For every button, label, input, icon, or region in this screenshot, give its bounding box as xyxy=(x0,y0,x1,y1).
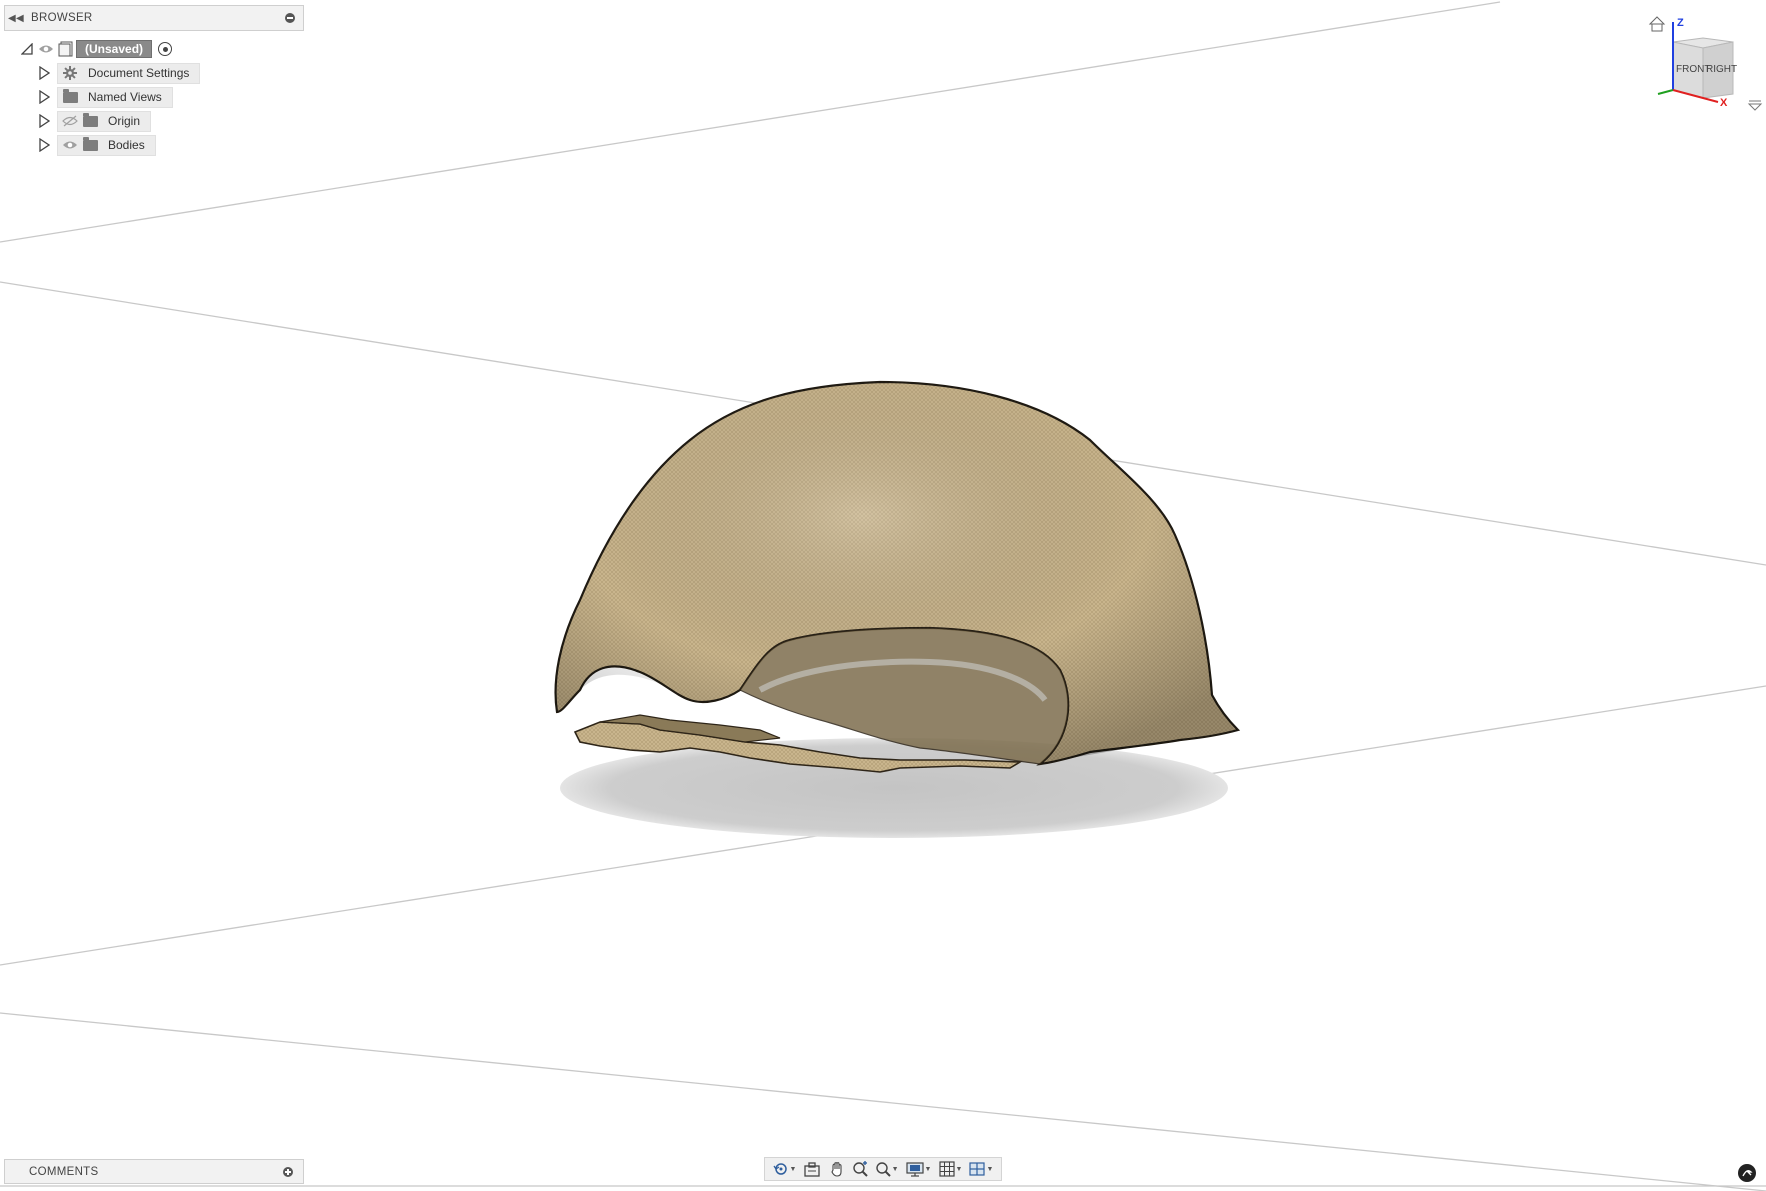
document-icon xyxy=(58,41,74,57)
tree-item-label: Bodies xyxy=(108,138,145,152)
folder-icon xyxy=(62,88,78,104)
tree-item-origin[interactable]: Origin xyxy=(4,109,304,133)
collapse-triangle-icon[interactable] xyxy=(20,42,34,56)
activate-target-icon[interactable] xyxy=(158,42,173,56)
y-axis xyxy=(1657,89,1674,95)
comments-panel[interactable]: COMMENTS xyxy=(4,1159,304,1184)
model-shadow xyxy=(560,738,1228,838)
tree-item-named-views[interactable]: Named Views xyxy=(4,85,304,109)
tree-item-body: Named Views xyxy=(57,86,173,108)
canvas xyxy=(0,1,1766,1191)
tree-root-row[interactable]: (Unsaved) xyxy=(4,37,304,61)
browser-header: ◀◀ BROWSER xyxy=(4,5,304,31)
tree-item-body: Origin xyxy=(57,110,152,132)
tree-item-body: Document Settings xyxy=(57,62,201,84)
navigation-toolbar: ▼ ▼ ▼ ▼ ▼ xyxy=(764,1157,1002,1181)
display-settings-icon[interactable]: ▼ xyxy=(905,1159,932,1179)
expand-triangle-icon[interactable] xyxy=(37,90,51,104)
browser-tree: (Unsaved) Document Settings Named Views … xyxy=(4,31,304,157)
home-icon[interactable] xyxy=(1648,16,1666,32)
grid-dropdown-icon[interactable]: ▼ xyxy=(956,1166,963,1173)
grid-icon[interactable]: ▼ xyxy=(938,1159,963,1179)
folder-icon xyxy=(82,112,98,128)
tree-item-document-settings[interactable]: Document Settings xyxy=(4,61,304,85)
eye-hidden-icon[interactable] xyxy=(62,114,78,128)
3d-viewport[interactable] xyxy=(0,0,1766,1191)
feedback-icon[interactable] xyxy=(1738,1164,1756,1182)
fit-icon[interactable]: ▼ xyxy=(875,1159,899,1179)
orbit-icon[interactable]: ▼ xyxy=(772,1159,797,1179)
minus-circle-icon[interactable] xyxy=(285,13,295,23)
expand-triangle-icon[interactable] xyxy=(37,138,51,152)
tree-item-body: Bodies xyxy=(57,134,156,156)
pan-icon[interactable] xyxy=(829,1159,845,1179)
display-settings-dropdown-icon[interactable]: ▼ xyxy=(925,1166,932,1173)
tree-item-label: Document Settings xyxy=(88,66,190,80)
viewports-dropdown-icon[interactable]: ▼ xyxy=(986,1166,993,1173)
orbit-dropdown-icon[interactable]: ▼ xyxy=(790,1166,797,1173)
eye-icon[interactable] xyxy=(38,42,54,56)
eye-icon[interactable] xyxy=(62,138,78,152)
cube-right-label: RIGHT xyxy=(1706,64,1737,75)
view-cube[interactable]: FRONT RIGHT Z X xyxy=(1648,10,1763,120)
expand-triangle-icon[interactable] xyxy=(37,114,51,128)
tree-item-label: Named Views xyxy=(88,90,162,104)
folder-icon xyxy=(82,136,98,152)
tree-item-bodies[interactable]: Bodies xyxy=(4,133,304,157)
browser-panel: ◀◀ BROWSER (Unsaved) Document Settings N… xyxy=(4,5,304,157)
viewcube-menu-icon[interactable] xyxy=(1747,100,1763,111)
fit-dropdown-icon[interactable]: ▼ xyxy=(892,1166,899,1173)
viewports-icon[interactable]: ▼ xyxy=(969,1159,993,1179)
gear-icon xyxy=(62,66,78,80)
zoom-icon[interactable] xyxy=(852,1159,868,1179)
scanned-mesh-body[interactable] xyxy=(554,380,1241,773)
double-left-arrow-icon[interactable]: ◀◀ xyxy=(5,13,27,24)
browser-title: BROWSER xyxy=(31,12,93,24)
x-axis-label: X xyxy=(1720,97,1728,109)
look-at-icon[interactable] xyxy=(803,1159,821,1179)
comments-title: COMMENTS xyxy=(29,1165,99,1178)
expand-triangle-icon[interactable] xyxy=(37,66,51,80)
document-name[interactable]: (Unsaved) xyxy=(76,40,153,58)
tree-item-label: Origin xyxy=(108,114,141,128)
plus-circle-icon[interactable] xyxy=(283,1166,293,1177)
z-axis-label: Z xyxy=(1677,17,1684,29)
